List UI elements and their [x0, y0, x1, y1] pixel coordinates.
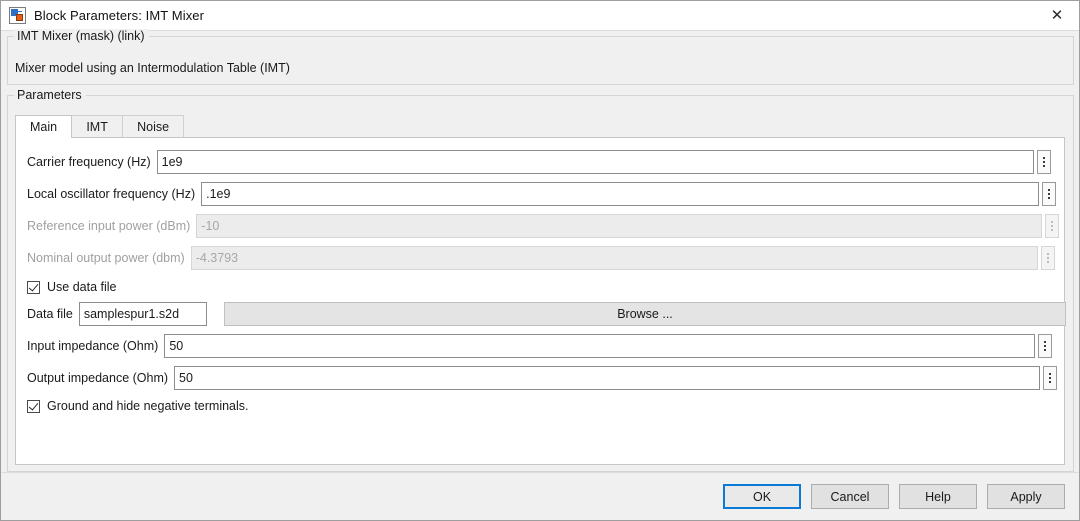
label-nominal-output-power: Nominal output power (dbm) [27, 251, 185, 265]
parameters-group: Parameters Main IMT Noise Carrier freque… [7, 88, 1074, 472]
row-local-oscillator-frequency: Local oscillator frequency (Hz) .1e9 [16, 182, 1057, 206]
stepper-input-impedance[interactable] [1038, 334, 1053, 358]
label-local-oscillator-frequency: Local oscillator frequency (Hz) [27, 187, 196, 201]
checkbox-ground-hide-negative-terminals[interactable] [27, 399, 40, 413]
row-data-file: Data file samplespur1.s2d [16, 302, 207, 326]
browse-button[interactable]: Browse ... [224, 302, 1066, 326]
parameters-group-legend: Parameters [14, 88, 86, 102]
checkbox-row-use-data-file[interactable]: Use data file [16, 277, 116, 297]
stepper-carrier-frequency[interactable] [1036, 150, 1051, 174]
label-output-impedance: Output impedance (Ohm) [27, 371, 169, 385]
description-group: IMT Mixer (mask) (link) Mixer model usin… [7, 29, 1074, 85]
input-nominal-output-power: -4.3793 [190, 246, 1038, 270]
stepper-nominal-output-power [1040, 246, 1055, 270]
block-parameters-dialog: Block Parameters: IMT Mixer ✕ IMT Mixer … [0, 0, 1080, 521]
input-input-impedance[interactable]: 50 [164, 334, 1036, 358]
stepper-output-impedance[interactable] [1043, 366, 1058, 390]
row-carrier-frequency: Carrier frequency (Hz) 1e9 [16, 150, 1051, 174]
label-data-file: Data file [27, 307, 73, 321]
row-nominal-output-power: Nominal output power (dbm) -4.3793 [16, 246, 1055, 270]
description-group-legend: IMT Mixer (mask) (link) [14, 29, 149, 43]
tab-noise[interactable]: Noise [122, 115, 185, 138]
tab-strip: Main IMT Noise [15, 115, 185, 138]
description-text: Mixer model using an Intermodulation Tab… [15, 61, 290, 75]
label-ground-hide-negative-terminals: Ground and hide negative terminals. [47, 399, 249, 413]
tab-panel-main: Carrier frequency (Hz) 1e9 Local oscilla… [15, 137, 1066, 465]
label-use-data-file: Use data file [47, 280, 117, 294]
ok-button[interactable]: OK [723, 484, 801, 509]
checkbox-row-ground-hide-negative-terminals[interactable]: Ground and hide negative terminals. [16, 396, 249, 416]
row-input-impedance: Input impedance (Ohm) 50 [16, 334, 1053, 358]
label-reference-input-power: Reference input power (dBm) [27, 219, 191, 233]
checkbox-use-data-file[interactable] [27, 280, 40, 294]
help-button[interactable]: Help [899, 484, 977, 509]
label-carrier-frequency: Carrier frequency (Hz) [27, 155, 151, 169]
tab-imt[interactable]: IMT [71, 115, 124, 138]
input-reference-input-power: -10 [196, 214, 1043, 238]
input-output-impedance[interactable]: 50 [174, 366, 1041, 390]
stepper-reference-input-power [1045, 214, 1060, 238]
apply-button[interactable]: Apply [987, 484, 1065, 509]
simulink-block-icon [9, 7, 26, 24]
tab-main[interactable]: Main [15, 115, 73, 138]
input-carrier-frequency[interactable]: 1e9 [156, 150, 1034, 174]
stepper-local-oscillator-frequency[interactable] [1042, 182, 1057, 206]
row-reference-input-power: Reference input power (dBm) -10 [16, 214, 1060, 238]
window-title: Block Parameters: IMT Mixer [34, 8, 205, 23]
close-icon[interactable]: ✕ [1035, 1, 1079, 30]
row-output-impedance: Output impedance (Ohm) 50 [16, 366, 1058, 390]
title-bar: Block Parameters: IMT Mixer ✕ [1, 1, 1079, 31]
dialog-footer: OK Cancel Help Apply [1, 472, 1079, 520]
input-data-file[interactable]: samplespur1.s2d [78, 302, 207, 326]
label-input-impedance: Input impedance (Ohm) [27, 339, 159, 353]
cancel-button[interactable]: Cancel [811, 484, 889, 509]
input-local-oscillator-frequency[interactable]: .1e9 [201, 182, 1040, 206]
dialog-body: IMT Mixer (mask) (link) Mixer model usin… [1, 29, 1079, 520]
